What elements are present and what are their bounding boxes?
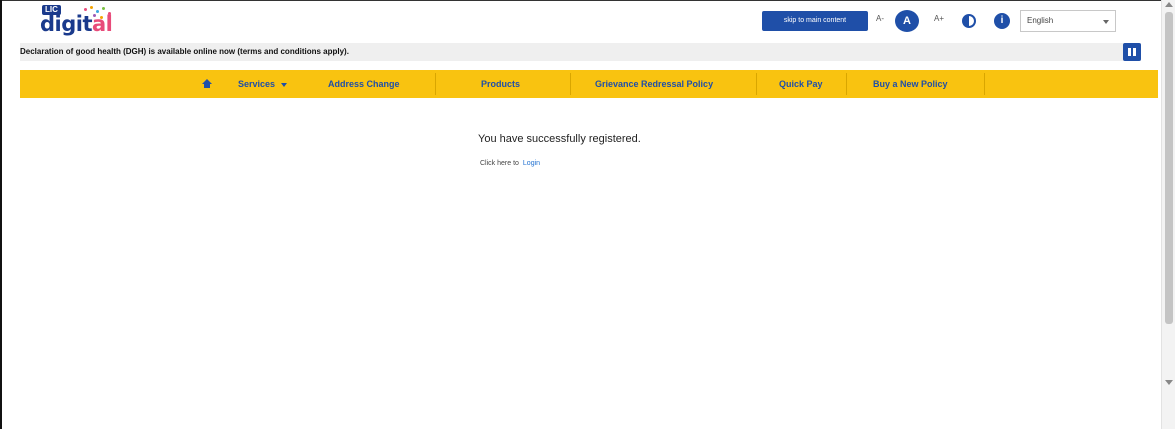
nav-item-products[interactable]: Products (481, 70, 520, 98)
chevron-down-icon (281, 82, 288, 87)
nav-item-quick-pay[interactable]: Quick Pay (779, 70, 823, 98)
font-normal-button[interactable]: A (895, 10, 919, 32)
logo-wordmark: digital (40, 12, 113, 36)
window-frame-left (0, 0, 2, 429)
nav-divider (846, 73, 847, 95)
nav-item-services[interactable]: Services (238, 70, 288, 98)
announcement-bar: Declaration of good health (DGH) is avai… (20, 43, 1141, 61)
nav-item-grievance-redressal-policy[interactable]: Grievance Redressal Policy (595, 70, 713, 98)
chevron-down-icon (1103, 20, 1109, 24)
language-select[interactable]: English (1020, 10, 1116, 32)
scroll-up-arrow-icon[interactable] (1165, 2, 1173, 7)
nav-item-address-change[interactable]: Address Change (328, 70, 400, 98)
login-prompt: Click here to Login (480, 160, 540, 167)
success-message: You have successfully registered. (478, 133, 641, 145)
skip-to-main-content-button[interactable]: skip to main content (762, 11, 868, 31)
nav-item-buy-a-new-policy[interactable]: Buy a New Policy (873, 70, 948, 98)
font-decrease-button[interactable]: A- (876, 14, 884, 23)
pause-icon[interactable] (1123, 43, 1141, 61)
nav-divider (756, 73, 757, 95)
accessibility-icon[interactable]: i (994, 13, 1010, 29)
nav-divider (984, 73, 985, 95)
page-header: LIC digital skip to main content A- A A+… (2, 1, 1160, 41)
nav-divider (435, 73, 436, 95)
contrast-icon[interactable] (962, 14, 976, 28)
language-selected: English (1027, 16, 1054, 25)
vertical-scrollbar[interactable] (1161, 0, 1175, 429)
scrollbar-thumb[interactable] (1165, 12, 1173, 324)
font-increase-button[interactable]: A+ (934, 14, 944, 23)
lic-digital-logo[interactable]: LIC digital (40, 5, 130, 35)
main-nav: Services Address Change Products Grievan… (20, 70, 1158, 98)
home-icon[interactable] (202, 79, 212, 88)
login-prompt-text: Click here to (480, 160, 519, 167)
nav-divider (570, 73, 571, 95)
login-link[interactable]: Login (523, 160, 540, 167)
scroll-down-arrow-icon[interactable] (1165, 380, 1173, 385)
